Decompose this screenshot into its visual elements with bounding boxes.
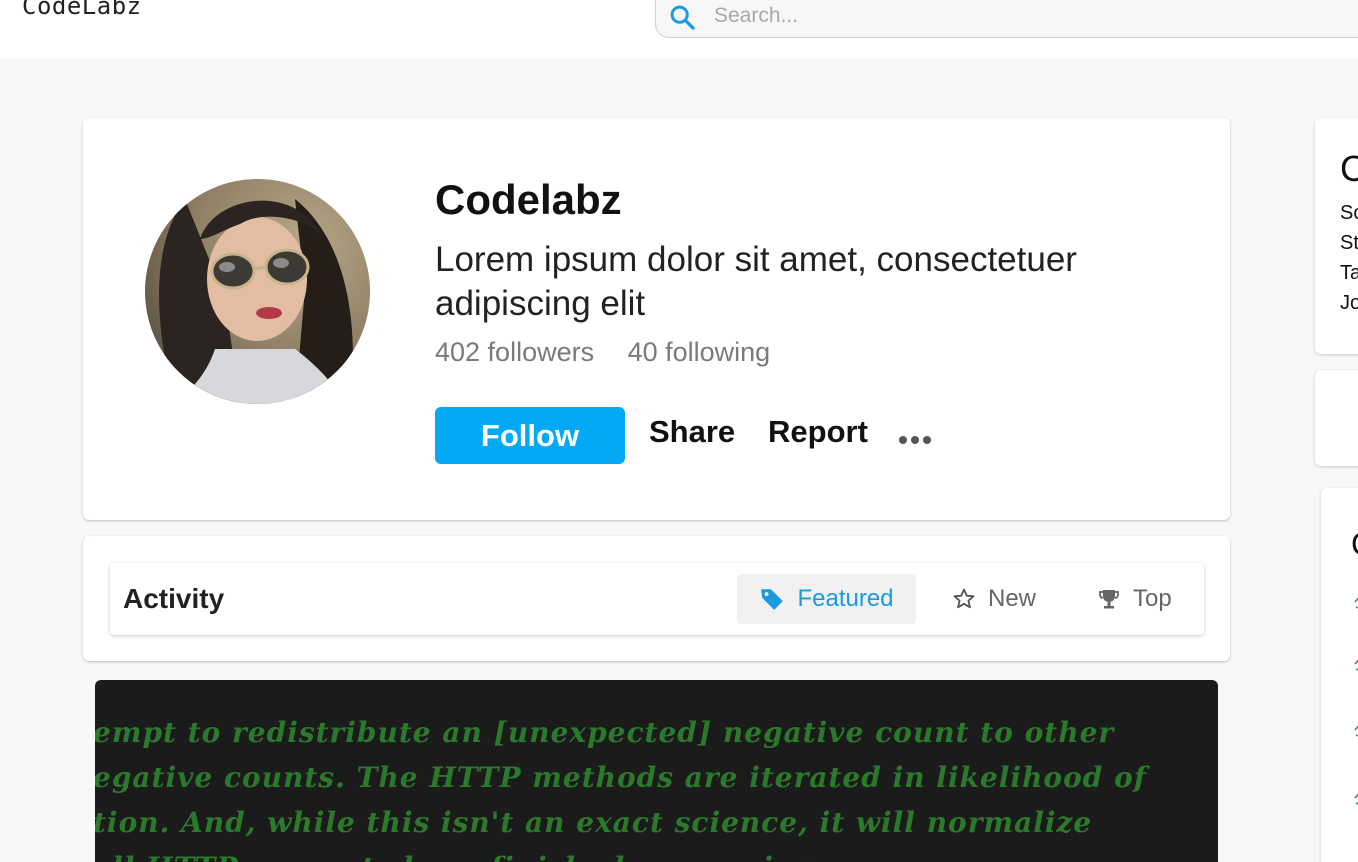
star-outline-icon (953, 588, 975, 609)
share-button[interactable]: Share (649, 414, 735, 450)
code-line: empt to redistribute an [unexpected] neg… (95, 716, 1115, 749)
code-line: tion. And, while this isn't an exact sci… (95, 806, 1093, 839)
sidebar-card-item[interactable]: So (1340, 202, 1358, 225)
followers-count[interactable]: 402 followers (435, 337, 594, 367)
tab-new-label: New (988, 585, 1037, 612)
search-icon (670, 5, 695, 30)
profile-bio: Lorem ipsum dolor sit amet, consectetuer… (435, 240, 1077, 323)
code-line: all HTTP requests have finished processi… (95, 851, 827, 862)
app-logo[interactable]: CodeLabz (22, 0, 142, 20)
avatar-image (145, 179, 370, 404)
activity-card: Activity Featured New Top (83, 536, 1230, 661)
sidebar-card-title: C (1351, 526, 1358, 563)
right-sidebar-card: C (1321, 488, 1358, 862)
tab-featured-label: Featured (797, 585, 894, 612)
list-marker-icon (1354, 659, 1358, 671)
code-line: egative counts. The HTTP methods are ite… (95, 761, 1147, 794)
sidebar-card-item[interactable]: Ta (1340, 262, 1358, 285)
top-navbar: CodeLabz (0, 0, 1358, 58)
profile-card: Codelabz Lorem ipsum dolor sit amet, con… (83, 118, 1230, 520)
follow-button[interactable]: Follow (435, 407, 625, 464)
right-sidebar-card: C So St Ta Jo (1315, 118, 1358, 354)
following-count[interactable]: 40 following (628, 337, 771, 367)
sidebar-card-item[interactable]: St (1340, 232, 1358, 255)
profile-avatar (145, 179, 370, 404)
report-button[interactable]: Report (768, 414, 868, 450)
tab-top-label: Top (1133, 585, 1172, 612)
right-sidebar-card (1315, 370, 1358, 466)
tab-featured[interactable]: Featured (737, 574, 916, 624)
sidebar-card-title: C (1340, 148, 1358, 189)
tab-new[interactable]: New (952, 574, 1052, 624)
list-marker-icon (1354, 597, 1358, 609)
code-preview-card[interactable]: empt to redistribute an [unexpected] neg… (95, 680, 1218, 862)
more-horizontal-icon[interactable] (895, 430, 935, 450)
search-input[interactable] (714, 1, 1314, 31)
list-marker-icon (1354, 793, 1358, 805)
activity-toolbar: Activity Featured New Top (110, 563, 1204, 635)
profile-name: Codelabz (435, 176, 622, 223)
tab-top[interactable]: Top (1097, 574, 1197, 624)
list-marker-icon (1354, 725, 1358, 737)
tag-icon (761, 589, 784, 610)
activity-title: Activity (123, 583, 225, 614)
sidebar-card-item[interactable]: Jo (1340, 292, 1358, 315)
trophy-icon (1099, 590, 1119, 609)
search-bar[interactable] (655, 0, 1358, 38)
profile-stats: 402 followers 40 following (435, 337, 796, 368)
